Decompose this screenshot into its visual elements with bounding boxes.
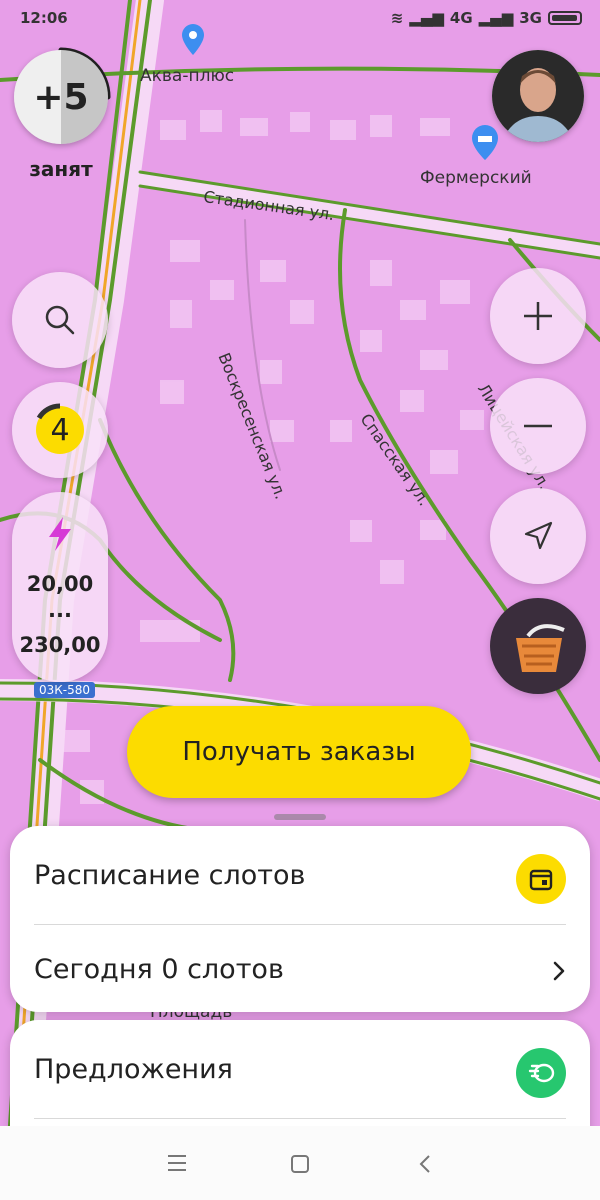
- home-icon[interactable]: [290, 1154, 310, 1174]
- map-label-akva: Аква-плюс: [140, 66, 235, 86]
- chevron-right-icon: [553, 961, 565, 981]
- slots-today-row[interactable]: Сегодня 0 слотов: [34, 954, 566, 985]
- queue-progress: [36, 403, 61, 420]
- calendar-icon: [516, 854, 566, 904]
- search-button[interactable]: [12, 272, 108, 368]
- rating-badge[interactable]: +5: [14, 50, 108, 144]
- avatar[interactable]: [492, 50, 584, 142]
- surge-pill[interactable]: 20,00 ... 230,00: [12, 492, 108, 682]
- queue-badge: 4: [36, 403, 84, 454]
- signal-icon-2: ▂▄▆: [478, 9, 514, 27]
- slots-title-row[interactable]: Расписание слотов: [34, 860, 566, 891]
- menu-icon[interactable]: [166, 1154, 188, 1172]
- coins-icon: [516, 1048, 566, 1098]
- minus-icon: [524, 424, 552, 428]
- surge-max: 230,00: [19, 633, 101, 657]
- receive-orders-label: Получать заказы: [182, 737, 416, 767]
- locate-button[interactable]: [490, 488, 586, 584]
- slots-title: Расписание слотов: [34, 860, 306, 891]
- slots-today: Сегодня 0 слотов: [34, 954, 284, 985]
- zoom-in-button[interactable]: [490, 268, 586, 364]
- battery-icon: [548, 11, 582, 25]
- network-4g: 4G: [449, 9, 473, 27]
- surge-dots: ...: [48, 598, 72, 622]
- back-icon[interactable]: [418, 1153, 432, 1175]
- wifi-icon: ≋: [390, 9, 404, 27]
- map-label-road-code: 03К-580: [34, 682, 96, 698]
- surge-min: 20,00: [26, 572, 94, 596]
- basket-icon: [516, 624, 565, 672]
- avatar-photo: [492, 50, 584, 142]
- system-nav-bar: [0, 1126, 600, 1200]
- offers-title-row[interactable]: Предложения: [34, 1054, 566, 1085]
- network-3g: 3G: [519, 9, 542, 27]
- rating-value: +5: [33, 76, 89, 118]
- signal-icon: ▂▄▆: [409, 9, 444, 27]
- status-time: 12:06: [20, 9, 68, 27]
- map-label-fermerskiy: Фермерский: [420, 168, 532, 188]
- basket-button[interactable]: [490, 598, 586, 694]
- lightning-icon: [49, 517, 71, 551]
- zoom-out-button[interactable]: [490, 378, 586, 474]
- offers-title: Предложения: [34, 1054, 233, 1085]
- driver-status: занят: [29, 157, 93, 181]
- slots-divider: [34, 924, 566, 925]
- navigate-icon: [524, 521, 553, 550]
- search-icon: [45, 305, 75, 335]
- status-bar: 12:06 ≋ ▂▄▆ 4G ▂▄▆ 3G: [0, 0, 600, 36]
- offers-divider: [34, 1118, 566, 1119]
- sheet-handle[interactable]: [274, 814, 326, 820]
- slots-card: Расписание слотов Сегодня 0 слотов: [10, 826, 590, 1012]
- queue-button[interactable]: 4: [12, 382, 108, 478]
- plus-icon: [524, 302, 552, 330]
- receive-orders-button[interactable]: Получать заказы: [127, 706, 471, 798]
